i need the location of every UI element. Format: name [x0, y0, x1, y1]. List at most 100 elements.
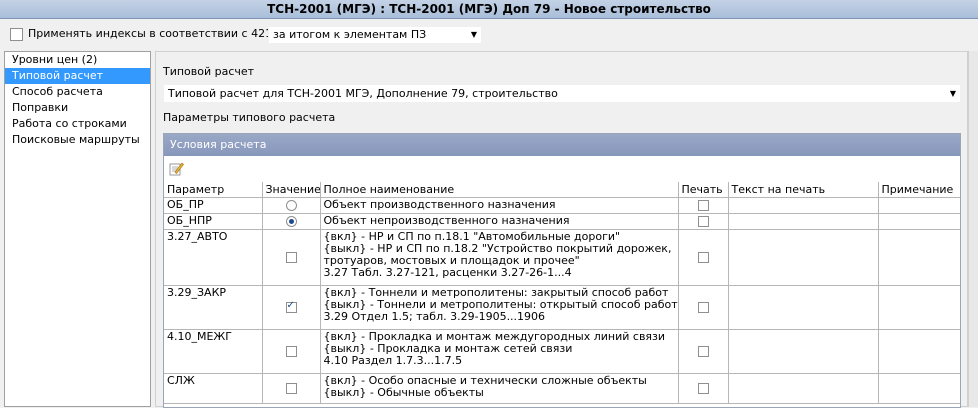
table-row[interactable]: 4.10_МЕЖГ {вкл} - Прокладка и монтаж межд… [164, 329, 960, 374]
toolbar: Применять индексы в соответствии с 421пр… [0, 19, 978, 49]
full-name-line: 3.27 Табл. 3.27-121, расценки 3.27-26-1.… [323, 265, 572, 279]
value-checkbox[interactable] [285, 300, 297, 313]
edit-icon[interactable] [169, 161, 184, 176]
full-name-line: 3.29 Отдел 1.5; табл. 3.29-1905...1906 [323, 309, 546, 323]
param-cell: СЛЖ [164, 373, 263, 404]
vertical-scrollbar[interactable] [968, 51, 978, 407]
param-cell: ОБ_ПР [164, 197, 263, 214]
full-name-cell: {вкл} - Прокладка и монтаж междугородных… [320, 329, 679, 374]
param-cell: 3.27_АВТО [164, 229, 263, 286]
full-name-line: {вкл} - Тоннели и метрополитены: закрыты… [323, 285, 669, 299]
sidebar-item[interactable]: Поправки [5, 100, 150, 116]
note-cell[interactable] [878, 229, 960, 286]
param-cell: 3.29_ЗАКР [164, 285, 263, 330]
full-name-cell: Объект производственного назначения [320, 197, 679, 214]
chevron-down-icon: ▼ [949, 89, 956, 98]
print-cell [678, 197, 729, 214]
full-name-cell: {вкл} - НР и СП по п.18.1 "Автомобильные… [320, 229, 679, 286]
print-checkbox[interactable] [697, 382, 709, 394]
total-mode-value: за итогом к элементам ПЗ [273, 28, 427, 41]
print-checkbox[interactable] [697, 345, 709, 357]
print-checkbox[interactable] [697, 301, 709, 313]
value-cell [262, 213, 321, 230]
column-header[interactable]: Печать [678, 182, 729, 198]
total-mode-dropdown[interactable]: за итогом к элементам ПЗ ▼ [268, 26, 482, 44]
value-checkbox[interactable] [285, 251, 297, 263]
window-title: ТСН-2001 (МГЭ) : ТСН-2001 (МГЭ) Доп 79 -… [0, 0, 978, 19]
note-cell[interactable] [878, 329, 960, 374]
apply-index-checkbox[interactable] [10, 28, 23, 41]
print-cell [678, 285, 729, 330]
print-text-cell[interactable] [728, 329, 879, 374]
column-header[interactable]: Полное наименование [320, 182, 679, 198]
print-text-cell[interactable] [728, 197, 879, 214]
full-name-line: {вкл} - НР и СП по п.18.1 "Автомобильные… [323, 229, 621, 243]
note-cell[interactable] [878, 285, 960, 330]
conditions-grid: Условия расчета Параметр Значение Полное н… [163, 133, 961, 408]
full-name-line: {выкл} - НР и СП по п.18.2 "Устройство п… [323, 241, 672, 255]
value-radio[interactable] [285, 199, 297, 211]
note-cell[interactable] [878, 213, 960, 230]
table-row[interactable]: СЛЖ {вкл} - Особо опасные и технически сл… [164, 373, 960, 404]
print-cell [678, 229, 729, 286]
full-name-cell: {вкл} - Особо опасные и технически сложн… [320, 373, 679, 404]
full-name-line: Объект непроизводственного назначения [323, 213, 570, 227]
note-cell[interactable] [878, 373, 960, 404]
sidebar-item[interactable]: Работа со строками [5, 116, 150, 132]
value-checkbox[interactable] [285, 382, 297, 394]
sidebar-item[interactable]: Способ расчета [5, 84, 150, 100]
full-name-cell: {вкл} - Тоннели и метрополитены: закрыты… [320, 285, 679, 330]
full-name-line: 4.10 Раздел 1.7.3...1.7.5 [323, 353, 463, 367]
print-checkbox[interactable] [697, 199, 709, 211]
group-header: Условия расчета [164, 134, 960, 156]
param-cell: ОБ_НПР [164, 213, 263, 230]
column-header[interactable]: Текст на печать [728, 182, 879, 198]
table-row[interactable]: ОБ_НПР Объект непроизводственного назначе… [164, 213, 960, 230]
value-checkbox[interactable] [285, 345, 297, 357]
value-cell [262, 229, 321, 286]
table-row[interactable]: 3.27_АВТО {вкл} - НР и СП по п.18.1 "Авто… [164, 229, 960, 286]
value-cell [262, 197, 321, 214]
param-cell: 4.10_МЕЖГ [164, 329, 263, 374]
sidebar: Уровни цен (2) Типовой расчет Способ расче… [4, 51, 151, 407]
apply-index-label: Применять индексы в соответствии с 421пр [28, 27, 287, 40]
sidebar-item[interactable]: Типовой расчет [5, 68, 150, 84]
print-text-cell[interactable] [728, 373, 879, 404]
column-header[interactable]: Параметр [164, 182, 263, 198]
params-label: Параметры типового расчета [163, 111, 336, 124]
column-header[interactable]: Примечание [878, 182, 960, 198]
sidebar-item[interactable]: Уровни цен (2) [5, 52, 150, 68]
value-cell [262, 373, 321, 404]
grid-toolbar [164, 156, 960, 182]
column-header[interactable]: Значение [262, 182, 321, 198]
calc-type-dropdown[interactable]: Типовой расчет для ТСН-2001 МГЭ, Дополне… [163, 84, 961, 103]
table-row[interactable]: 3.29_ЗАКР {вкл} - Тоннели и метрополитены… [164, 285, 960, 330]
full-name-cell: Объект непроизводственного назначения [320, 213, 679, 230]
main-panel: Типовой расчет Типовой расчет для ТСН-20… [155, 51, 968, 408]
print-text-cell[interactable] [728, 229, 879, 286]
print-checkbox[interactable] [697, 215, 709, 227]
full-name-line: тротуаров, мостовых и площадок и прочее" [323, 253, 580, 267]
value-cell [262, 285, 321, 330]
conditions-table: Параметр Значение Полное наименование Печат… [164, 182, 960, 404]
print-cell [678, 329, 729, 374]
sidebar-item[interactable]: Поисковые маршруты [5, 132, 150, 148]
print-text-cell[interactable] [728, 285, 879, 330]
value-radio[interactable] [285, 215, 297, 227]
table-row[interactable]: ОБ_ПР Объект производственного назначения [164, 197, 960, 214]
full-name-line: Объект производственного назначения [323, 197, 556, 211]
chevron-down-icon: ▼ [470, 30, 477, 39]
calc-type-value: Типовой расчет для ТСН-2001 МГЭ, Дополне… [168, 87, 558, 100]
full-name-line: {выкл} - Тоннели и метрополитены: открыт… [323, 297, 678, 311]
full-name-line: {вкл} - Прокладка и монтаж междугородных… [323, 329, 666, 343]
value-cell [262, 329, 321, 374]
print-checkbox[interactable] [697, 251, 709, 263]
full-name-line: {вкл} - Особо опасные и технически сложн… [323, 373, 647, 387]
section-label: Типовой расчет [163, 65, 255, 78]
note-cell[interactable] [878, 197, 960, 214]
full-name-line: {выкл} - Прокладка и монтаж сетей связи [323, 341, 573, 355]
print-cell [678, 213, 729, 230]
print-cell [678, 373, 729, 404]
print-text-cell[interactable] [728, 213, 879, 230]
full-name-line: {выкл} - Обычные объекты [323, 385, 484, 399]
